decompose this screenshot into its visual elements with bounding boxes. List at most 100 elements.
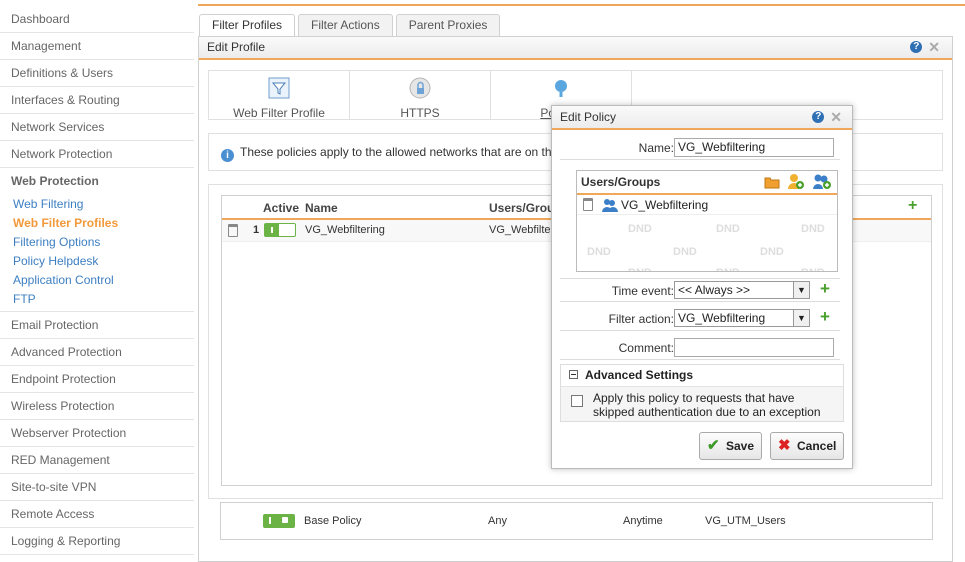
dnd-hint: DND (628, 223, 652, 235)
subtab-https[interactable]: HTTPS (350, 71, 491, 120)
chevron-down-icon[interactable]: ▼ (793, 282, 809, 298)
trash-icon[interactable] (228, 224, 238, 237)
dnd-hint: DND (760, 246, 784, 258)
close-icon[interactable]: ✕ (928, 40, 940, 54)
tab-filter-profiles[interactable]: Filter Profiles (199, 14, 296, 36)
policies-icon (555, 80, 567, 97)
check-icon: ✔ (707, 437, 720, 454)
trash-icon[interactable] (583, 198, 593, 211)
save-label: Save (726, 439, 755, 453)
user-entry-name: VG_Webfiltering (621, 198, 709, 212)
sidebar-item-dashboard[interactable]: Dashboard (0, 6, 194, 33)
panel-title: Edit Profile (199, 37, 952, 60)
tab-filter-actions[interactable]: Filter Actions (298, 14, 393, 36)
subtab-label: HTTPS (400, 106, 440, 120)
sidebar-item-definitions-users[interactable]: Definitions & Users (0, 60, 194, 87)
name-row: Name: VG_Webfiltering (560, 136, 840, 160)
dnd-hint: DND (801, 223, 825, 235)
cancel-label: Cancel (797, 439, 837, 453)
skip-auth-line-2: skipped authentication due to an excepti… (593, 405, 821, 419)
comment-label: Comment: (618, 341, 674, 355)
comment-row: Comment: (560, 336, 840, 360)
name-field[interactable]: VG_Webfiltering (674, 138, 834, 157)
sidebar-sub-ftp[interactable]: FTP (0, 290, 194, 309)
dialog-title: Edit Policy (560, 110, 617, 124)
advanced-settings-header[interactable]: Advanced Settings (561, 365, 843, 387)
filter-icon (268, 77, 290, 99)
lock-icon (263, 514, 295, 528)
sidebar-item-web-protection[interactable]: Web Protection (0, 168, 194, 195)
user-group-entry[interactable]: VG_Webfiltering (577, 195, 837, 215)
time-event-value: << Always >> (678, 283, 751, 297)
sidebar-sub-web-filtering[interactable]: Web Filtering (0, 195, 194, 214)
save-button[interactable]: ✔ Save (699, 432, 762, 460)
sidebar-sub-filtering-options[interactable]: Filtering Options (0, 233, 194, 252)
advanced-settings-label: Advanced Settings (585, 368, 694, 382)
subtab-label: Web Filter Profile (233, 106, 325, 120)
user-group-icon (602, 199, 618, 212)
sidebar-item-webserver-protection[interactable]: Webserver Protection (0, 420, 194, 447)
users-groups-header: Users/Groups (577, 171, 837, 195)
time-event-label: Time event: (611, 284, 674, 298)
filter-action-row: Filter action: VG_Webfiltering ▼ + (560, 307, 840, 331)
panel-header-icons: ? ✕ (910, 40, 940, 54)
add-user-icon[interactable] (787, 173, 805, 190)
sidebar-item-management[interactable]: Management (0, 33, 194, 60)
close-icon[interactable]: ✕ (830, 110, 842, 124)
sidebar-item-network-services[interactable]: Network Services (0, 114, 194, 141)
add-group-icon[interactable] (812, 173, 832, 190)
collapse-icon[interactable] (569, 370, 578, 379)
sidebar-item-remote-access[interactable]: Remote Access (0, 501, 194, 528)
add-icon[interactable]: + (820, 307, 830, 327)
edit-policy-dialog: Edit Policy ? ✕ Name: VG_Webfiltering Us… (551, 105, 853, 469)
top-accent-line (198, 4, 965, 6)
sidebar-item-logging-reporting[interactable]: Logging & Reporting (0, 528, 194, 555)
info-text: These policies apply to the allowed netw… (240, 145, 552, 159)
filter-action-value: VG_Webfiltering (678, 311, 766, 325)
https-icon (409, 77, 431, 99)
sidebar-item-network-protection[interactable]: Network Protection (0, 141, 194, 168)
base-policy-time: Anytime (623, 515, 663, 527)
sidebar: Dashboard Management Definitions & Users… (0, 6, 194, 562)
dnd-hint: DND (628, 267, 652, 271)
time-event-select[interactable]: << Always >> ▼ (674, 281, 810, 299)
sidebar-item-site-to-site-vpn[interactable]: Site-to-site VPN (0, 474, 194, 501)
sidebar-sub-application-control[interactable]: Application Control (0, 271, 194, 290)
help-icon[interactable]: ? (812, 111, 825, 123)
users-groups-label: Users/Groups (581, 175, 661, 189)
sidebar-item-advanced-protection[interactable]: Advanced Protection (0, 339, 194, 366)
help-icon[interactable]: ? (910, 41, 923, 53)
dnd-hint: DND (716, 267, 740, 271)
base-policy-row[interactable]: Base Policy Any Anytime VG_UTM_Users (220, 502, 933, 540)
add-icon[interactable]: + (908, 197, 917, 215)
filter-action-select[interactable]: VG_Webfiltering ▼ (674, 309, 810, 327)
base-policy-action: VG_UTM_Users (705, 515, 786, 527)
skip-auth-line-1: Apply this policy to requests that have (593, 391, 795, 405)
chevron-down-icon[interactable]: ▼ (793, 310, 809, 326)
subtab-web-filter-profile[interactable]: Web Filter Profile (209, 71, 350, 120)
col-users[interactable]: Users/Grou (489, 201, 554, 215)
sidebar-item-red-management[interactable]: RED Management (0, 447, 194, 474)
active-toggle[interactable] (264, 223, 296, 237)
col-active[interactable]: Active (263, 201, 299, 215)
dnd-hint: DND (587, 246, 611, 258)
cancel-button[interactable]: ✖ Cancel (770, 432, 844, 460)
skip-auth-checkbox[interactable] (571, 395, 583, 407)
dnd-hint: DND (673, 246, 697, 258)
sidebar-sub-web-filter-profiles[interactable]: Web Filter Profiles (0, 214, 194, 233)
time-event-row: Time event: << Always >> ▼ + (560, 278, 840, 302)
add-icon[interactable]: + (820, 279, 830, 299)
dialog-header: Edit Policy ? ✕ (552, 106, 852, 130)
users-groups-box[interactable]: Users/Groups VG_Webfiltering DND DND DND… (576, 170, 838, 272)
folder-icon[interactable] (764, 175, 780, 189)
sidebar-item-email-protection[interactable]: Email Protection (0, 312, 194, 339)
sidebar-item-wireless-protection[interactable]: Wireless Protection (0, 393, 194, 420)
comment-field[interactable] (674, 338, 834, 357)
sidebar-item-endpoint-protection[interactable]: Endpoint Protection (0, 366, 194, 393)
sidebar-item-interfaces-routing[interactable]: Interfaces & Routing (0, 87, 194, 114)
x-icon: ✖ (778, 437, 791, 454)
dnd-hint: DND (801, 267, 825, 271)
sidebar-sub-policy-helpdesk[interactable]: Policy Helpdesk (0, 252, 194, 271)
col-name[interactable]: Name (305, 201, 338, 215)
tab-parent-proxies[interactable]: Parent Proxies (395, 14, 501, 36)
